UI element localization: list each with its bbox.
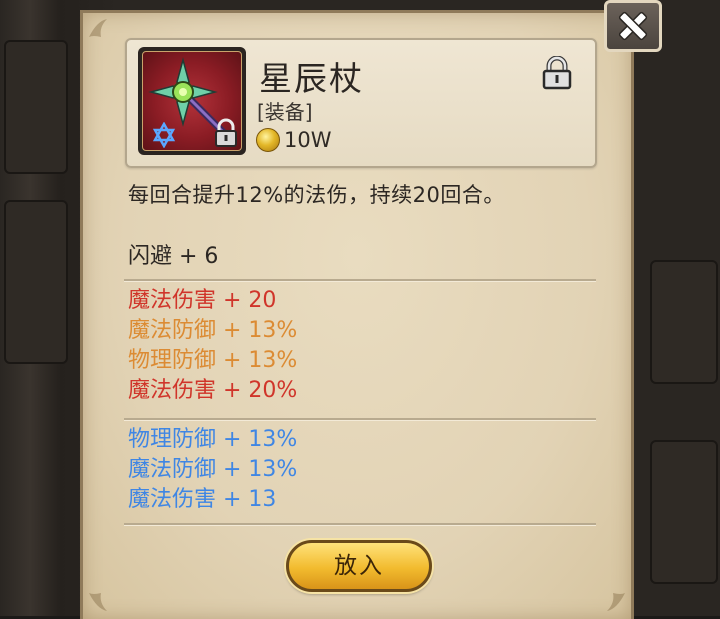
corner-ornament: [607, 593, 625, 611]
divider: [124, 418, 596, 421]
bonus-stat: 魔法防御 + 13%: [128, 318, 298, 343]
coin-icon: [256, 128, 280, 152]
background-slot: [650, 260, 718, 384]
item-icon: [142, 51, 242, 151]
bonus-stat-list: 魔法伤害 + 20 魔法防御 + 13% 物理防御 + 13% 魔法伤害 + 2…: [128, 286, 297, 406]
lock-icon: [215, 118, 237, 147]
item-description: 每回合提升12%的法伤，持续20回合。: [128, 183, 505, 207]
divider: [124, 523, 596, 526]
item-price: 10W: [284, 128, 332, 152]
background-slot: [4, 40, 68, 174]
extra-stat-list: 物理防御 + 13% 魔法防御 + 13% 魔法伤害 + 13: [128, 425, 297, 515]
item-name: 星辰杖: [259, 59, 364, 98]
extra-stat: 物理防御 + 13%: [128, 427, 298, 452]
bonus-stat: 物理防御 + 13%: [128, 348, 298, 373]
corner-ornament: [89, 593, 107, 611]
corner-ornament: [89, 19, 107, 37]
base-stat: 闪避 + 6: [128, 244, 219, 269]
close-icon: [618, 11, 648, 41]
close-button[interactable]: [604, 0, 662, 52]
background-slot: [650, 440, 718, 584]
extra-stat: 魔法伤害 + 13: [128, 487, 277, 512]
background-slot: [4, 200, 68, 364]
lock-icon[interactable]: [541, 56, 573, 90]
put-in-button[interactable]: 放入: [286, 540, 432, 592]
extra-stat: 魔法防御 + 13%: [128, 457, 298, 482]
item-type: [装备]: [257, 100, 313, 124]
divider: [124, 279, 596, 282]
item-icon-frame[interactable]: [138, 47, 246, 155]
price-row: 10W: [256, 126, 332, 154]
bonus-stat: 魔法伤害 + 20%: [128, 378, 298, 403]
star-icon: [152, 122, 176, 148]
bonus-stat: 魔法伤害 + 20: [128, 288, 277, 313]
